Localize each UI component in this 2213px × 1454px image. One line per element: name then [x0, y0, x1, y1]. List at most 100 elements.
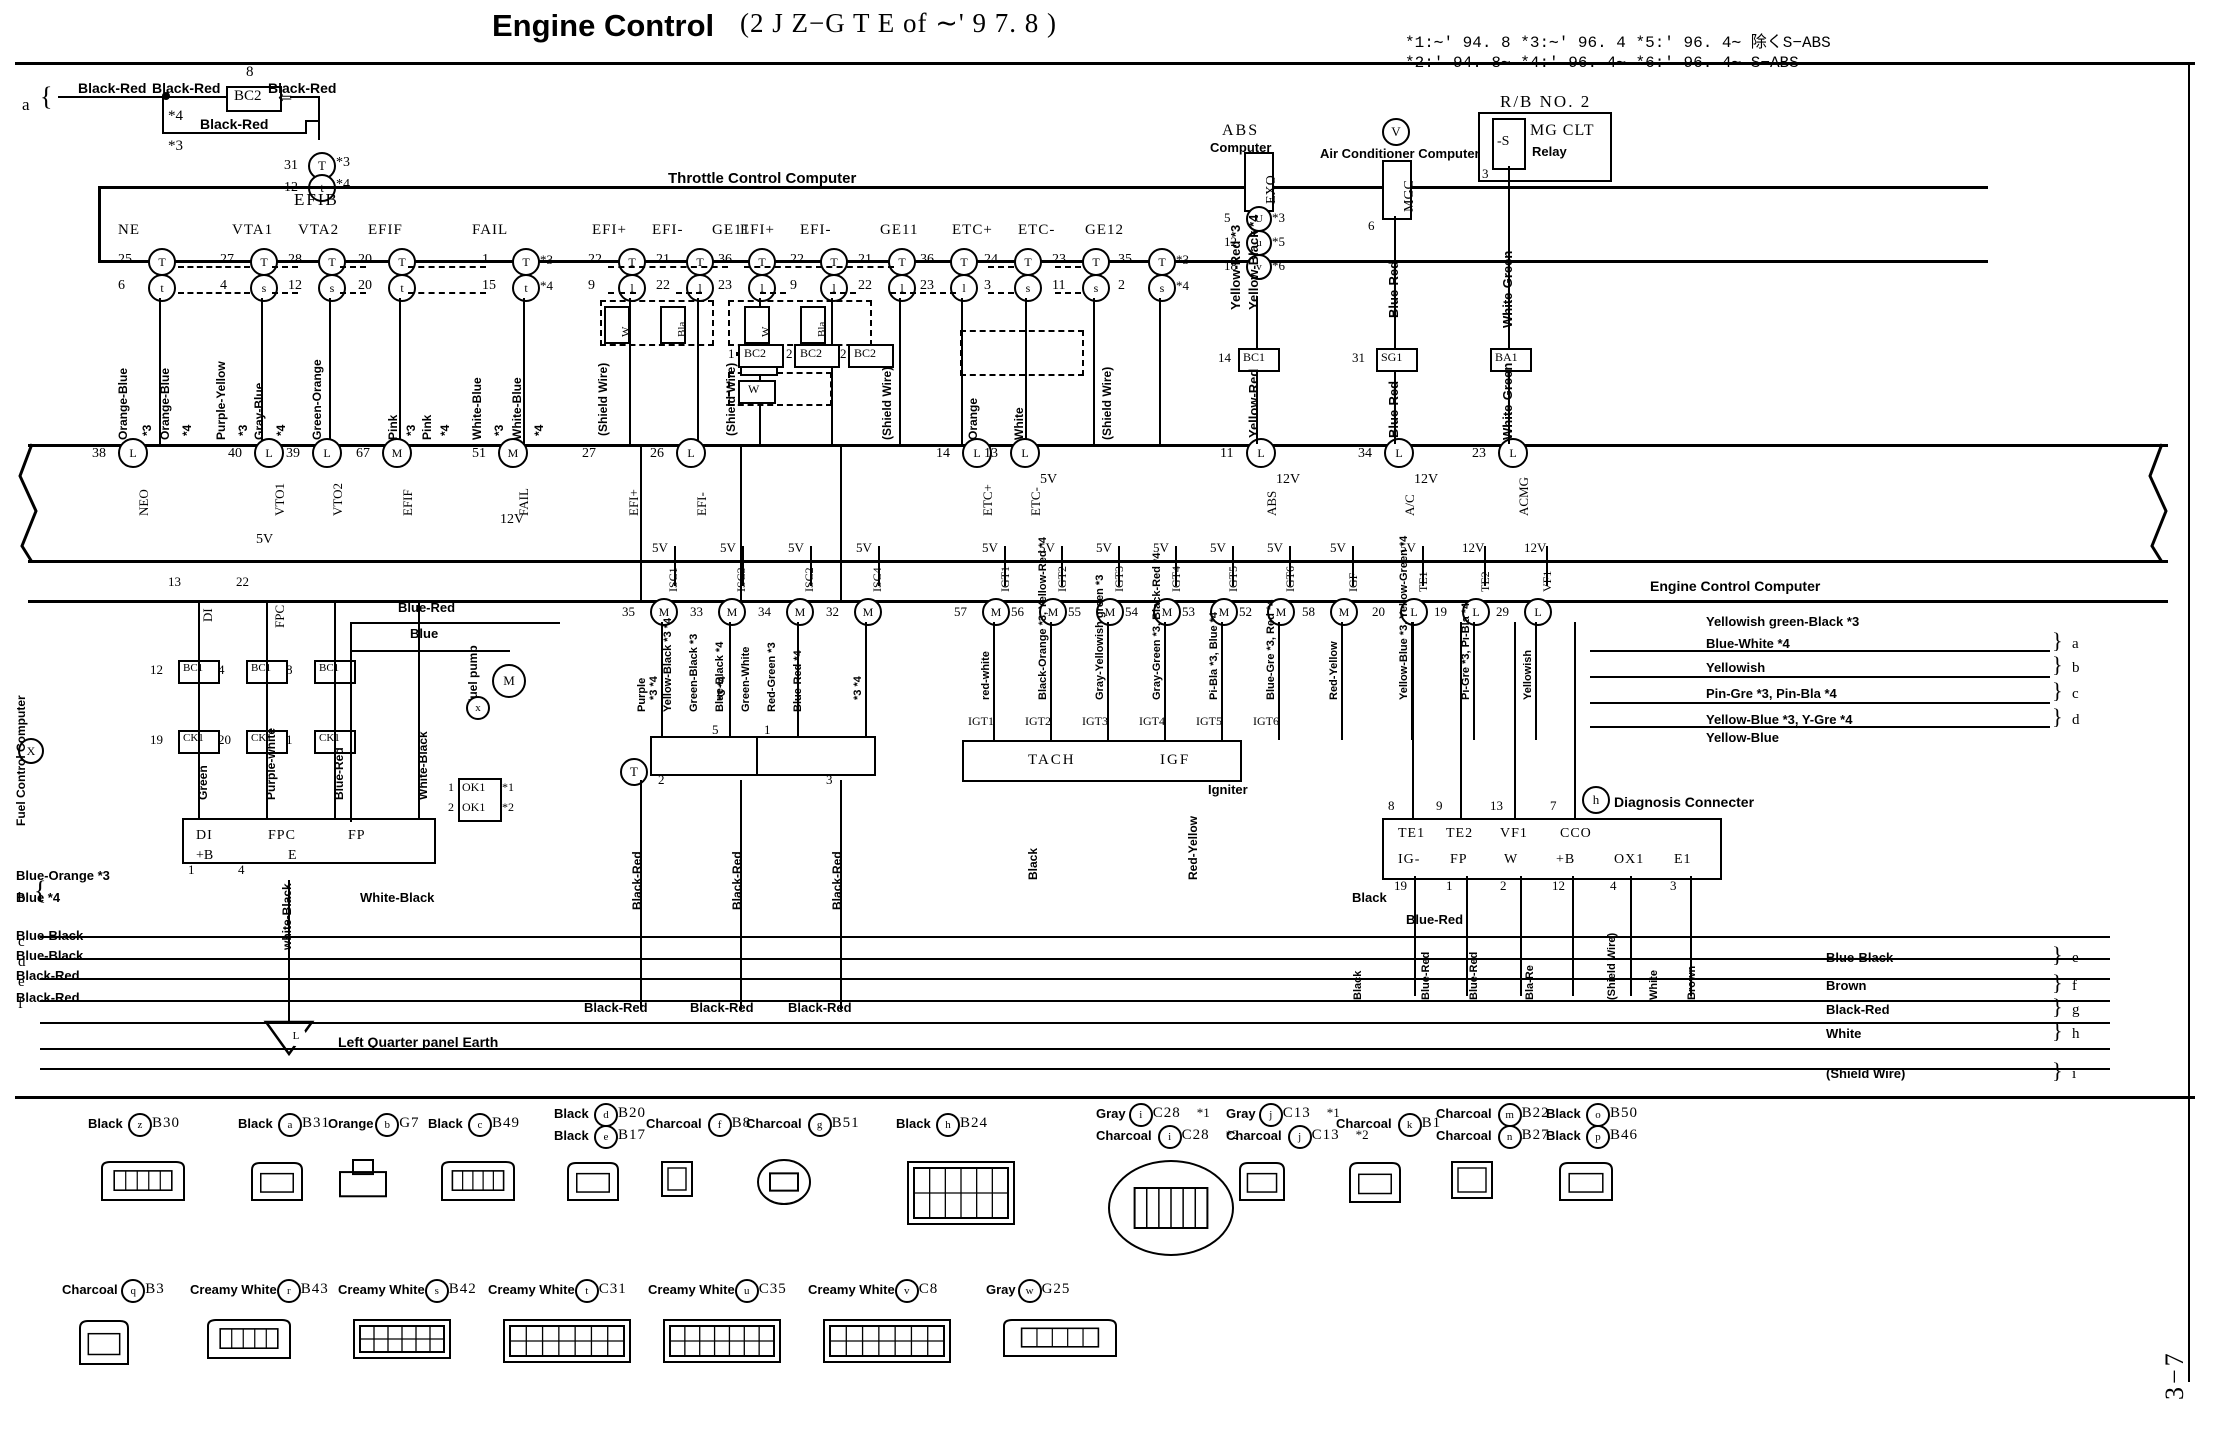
supply-wire-4 — [1004, 546, 1006, 586]
pin-bot-circle-9: l — [888, 274, 916, 302]
bus-line-6 — [40, 1048, 2110, 1050]
ecu-lower-color-te0: Yellow-Blue *3, Yellow-Green *4 — [1398, 535, 1410, 700]
ecu-lower-num-igt0: 57 — [954, 604, 967, 619]
pin-top-circle-12: T — [1082, 248, 1110, 276]
conn1-color-4: Black — [554, 1106, 589, 1121]
fuel-pin-box-label-0: BC1 — [183, 662, 204, 674]
conn1-star-8: *1 — [1196, 1105, 1210, 1120]
harness-top-line — [28, 444, 2168, 447]
bc2-m2-label: BC2 — [800, 346, 823, 360]
conn1-shape-C13 — [1236, 1158, 1288, 1204]
fuel-plus-b: +B — [196, 848, 214, 863]
conn2-color-3: Creamy White — [488, 1282, 575, 1297]
right-rail-label-0: Yellowish green-Black *3 — [1706, 614, 1860, 629]
diag-bot-pin-4: 4 — [1610, 878, 1617, 893]
diag-bot-label-3: +B — [1556, 852, 1576, 867]
conn2-shape-B3 — [76, 1316, 132, 1368]
diag-bluered-label: Blue-Red — [1406, 912, 1464, 927]
ecu-upper-num-2: 39 — [286, 446, 300, 461]
ac-sg1-box: SG1 — [1376, 348, 1418, 372]
ac-lower-color: Blue-Red — [1386, 380, 1401, 438]
rail-letter-a-left: a — [22, 95, 30, 114]
conn2-color-0: Charcoal — [62, 1282, 118, 1297]
supply-label-9: 5V — [1267, 540, 1283, 555]
left-rail-letter-d: d — [18, 954, 26, 970]
left-rail-letter-b: b — [18, 890, 26, 906]
fuel-wire-blue — [350, 650, 510, 652]
ecu-lower-num-igt4: 53 — [1182, 604, 1195, 619]
bc2-box-m2: BC2 — [794, 344, 840, 368]
right-rail-brace-b: } — [2052, 652, 2063, 677]
pin-top-circle-11: T — [1014, 248, 1042, 276]
blackred-drop-label-0: Black-Red — [630, 851, 644, 910]
fuel-top-pin-2: 22 — [236, 574, 249, 589]
fuel-e-label: E — [288, 848, 297, 863]
pin-top-circle-2: T — [318, 248, 346, 276]
pin-bot-num-5: 9 — [588, 278, 595, 293]
right-rail-line-3 — [1590, 726, 2050, 728]
conn1-code-12: B50 — [1610, 1105, 1639, 1121]
diagnosis-title: Diagnosis Connecter — [1614, 794, 1755, 810]
ecu-upper-name-9: ABS — [1264, 490, 1279, 516]
right-rail-letter-h: h — [2072, 1026, 2080, 1042]
dash-link-16 — [988, 266, 1014, 268]
page-title: Engine Control — [492, 8, 715, 43]
left-rail-label-3: Blue-Black — [16, 948, 84, 963]
pin-top-star-13: *3 — [1176, 252, 1189, 267]
ecu-lower-num-isc2: 34 — [758, 604, 771, 619]
conn2-code-0: B3 — [145, 1281, 165, 1297]
diagnosis-marker-letter: h — [1592, 792, 1600, 807]
bus-line-5 — [40, 1022, 2110, 1024]
igt-row-label-5: IGT6 — [1253, 714, 1279, 728]
iscv-conn-pin-3: 1 — [764, 722, 771, 737]
relay-box-title: R/B NO. 2 — [1500, 92, 1592, 111]
ecu-lower-color-igt6: Red-Yellow — [1328, 641, 1340, 700]
pin-bot-circle-2: s — [318, 274, 346, 302]
ecu-upper-name-7: ETC+ — [980, 484, 995, 516]
left-rail-letter-f: f — [18, 996, 23, 1012]
fuel-top-pin-1: 13 — [168, 574, 181, 589]
pin-top-star-4: *3 — [540, 252, 553, 267]
pin-bot-circle-4: t — [512, 274, 540, 302]
ecu-lower-wire-te2 — [1535, 622, 1537, 740]
diag-bot-label-0: IG- — [1398, 852, 1421, 867]
ecu-lower-color-igt2: Gray-Yellowish green *3 — [1094, 574, 1106, 700]
dash-link-7 — [340, 292, 366, 294]
ac-pin: 6 — [1368, 218, 1375, 233]
ecu-lower-circle-isc2: M — [786, 598, 814, 626]
wire-color-upper-4: Purple-Yellow — [214, 361, 228, 440]
pin-top-num-10: 36 — [920, 252, 934, 267]
igniter-igf-label: IGF — [1160, 752, 1191, 768]
pin-name-ge12: GE12 — [1085, 222, 1124, 238]
conn2-color-6: Gray — [986, 1282, 1016, 1297]
wiring-diagram-page: Engine Control (2 J Z−G T E of ∼' 9 7. 8… — [0, 0, 2213, 1454]
pin-bot-circle-3: t — [388, 274, 416, 302]
conn1-color-9: Gray — [1226, 1106, 1256, 1121]
wire-color-upper-15: White-Blue — [510, 377, 524, 440]
wire-blackred-1b — [166, 96, 226, 98]
harness-drop-1 — [740, 444, 742, 600]
conn1-letter-1: a — [278, 1113, 302, 1137]
pin-top-circle-5: T — [618, 248, 646, 276]
fuel-bottom-label-di: DI — [196, 828, 213, 843]
pin-top-num-13: 35 — [1118, 252, 1132, 267]
conn2-shape-B42 — [352, 1316, 452, 1362]
pin-wire-9 — [899, 298, 901, 444]
wire-color-upper-13: White-Blue — [470, 377, 484, 440]
ecu-upper-num-8: 13 — [984, 446, 998, 461]
conn1-color2-9: Charcoal — [1226, 1128, 1282, 1143]
right-rail-label-9: White — [1826, 1026, 1862, 1041]
fuel-bottom-box — [182, 818, 436, 864]
ac-marker-circle: V — [1382, 118, 1410, 146]
wire-color-upper-19: (Shield Wire) — [1100, 366, 1114, 440]
wire-color-upper-7: *4 — [274, 424, 288, 436]
throttle-computer-title: Throttle Control Computer — [668, 170, 857, 187]
left-rail-brace: { — [34, 876, 47, 905]
diag-top-pin-1: 9 — [1436, 798, 1443, 813]
fuel-top-name-2: FPC — [272, 604, 287, 628]
supply-label-13: 12V — [1524, 540, 1547, 555]
earth-wire-color: white-Black — [280, 883, 294, 950]
pin-wire-12 — [1093, 298, 1095, 444]
wire-down-1 — [318, 96, 320, 140]
ecu-upper-circle-6: L — [676, 438, 706, 468]
